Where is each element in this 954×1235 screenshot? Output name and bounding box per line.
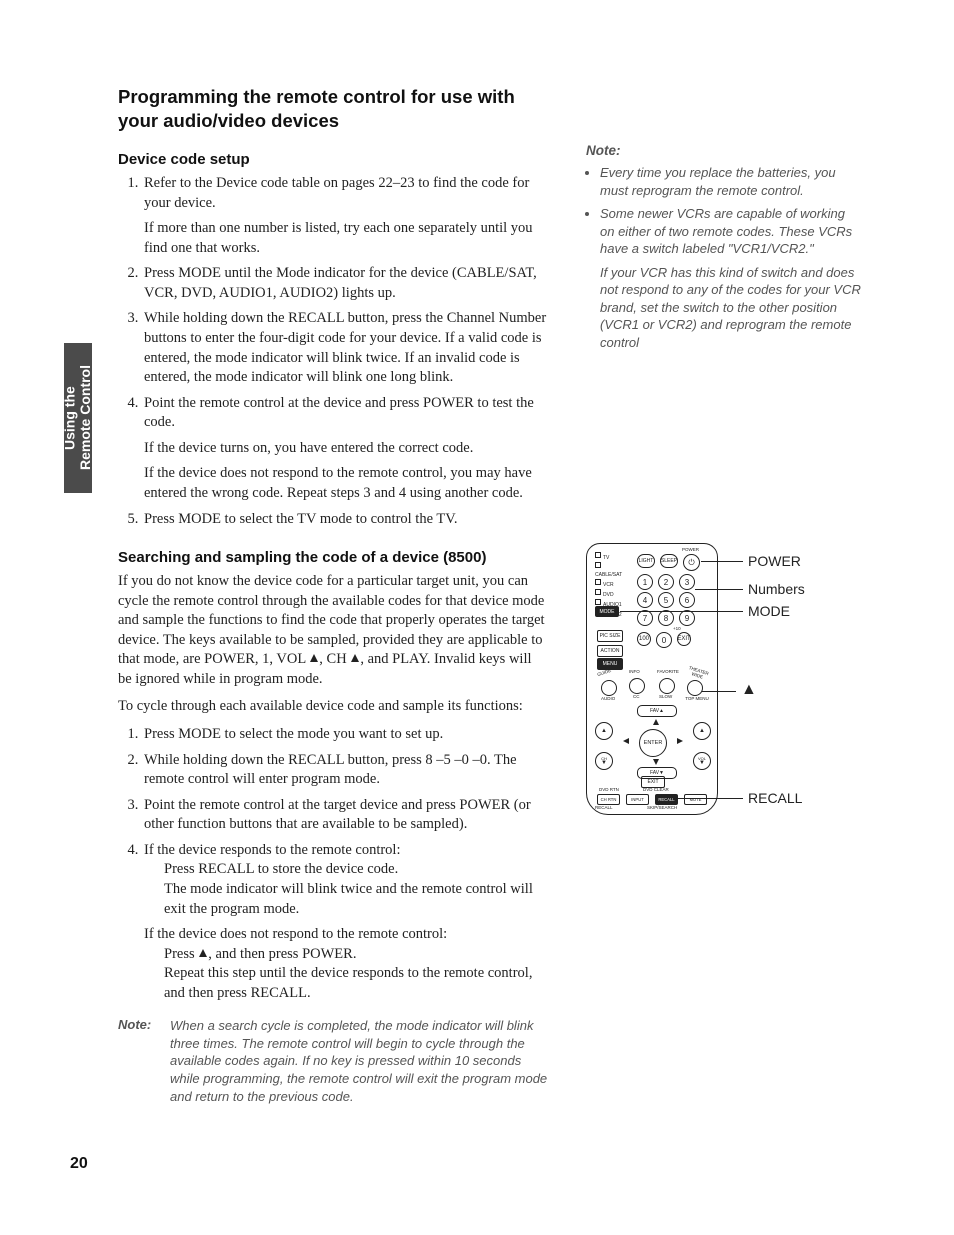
right-arrow-icon	[677, 738, 683, 744]
mute-button: MUTE	[684, 794, 707, 805]
sleep-button: SLEEP	[660, 554, 678, 568]
footnote-label: Note:	[118, 1017, 160, 1105]
right-column: Note: Every time you replace the batteri…	[586, 143, 861, 357]
remote-diagram: TV CABLE/SAT VCR DVD AUDIO1 AUDIO2 POWER…	[586, 543, 861, 823]
guide-button	[601, 680, 617, 696]
footnote: Note: When a search cycle is completed, …	[118, 1017, 548, 1105]
ch-button: CH▼	[595, 752, 613, 770]
picsize-button: PIC SIZE	[597, 630, 623, 642]
page-title: Programming the remote control for use w…	[118, 85, 548, 133]
search-lead: To cycle through each available device c…	[118, 697, 548, 717]
left-column: Device code setup Refer to the Device co…	[118, 151, 548, 1105]
num-8: 8	[658, 610, 674, 626]
favorite-button	[659, 678, 675, 694]
num-7: 7	[637, 610, 653, 626]
input-button: INPUT	[626, 794, 649, 805]
heading-searching-sampling: Searching and sampling the code of a dev…	[118, 549, 548, 566]
step-4: Point the remote control at the device a…	[142, 394, 548, 504]
enter-button: ENTER	[639, 729, 667, 757]
callout-numbers: Numbers	[748, 581, 805, 597]
vol-button: VOL▼	[693, 752, 711, 770]
up-triangle-icon	[310, 654, 318, 662]
recall-button: RECALL	[655, 794, 678, 805]
up-triangle-icon	[351, 654, 359, 662]
step-3: While holding down the RECALL button, pr…	[142, 309, 548, 387]
num-9: 9	[679, 610, 695, 626]
fav-up: FAV▲	[637, 705, 677, 717]
up-triangle-icon	[199, 949, 207, 957]
search-intro: If you do not know the device code for a…	[118, 572, 548, 689]
callout-mode: MODE	[748, 603, 790, 619]
dpad: FAV▲ ENTER FAV▼	[611, 707, 693, 777]
side-note-list: Every time you replace the batteries, yo…	[586, 164, 861, 351]
search-step-1: Press MODE to select the mode you want t…	[142, 725, 548, 745]
search-steps: Press MODE to select the mode you want t…	[118, 725, 548, 1003]
theater-button	[687, 680, 703, 696]
down-arrow-icon	[653, 759, 659, 765]
vol-up: ▲	[693, 722, 711, 740]
remote-outline: TV CABLE/SAT VCR DVD AUDIO1 AUDIO2 POWER…	[586, 543, 718, 815]
side-tab-chapter: Using the Remote Control	[64, 343, 92, 493]
side-note-item: Some newer VCRs are capable of working o…	[600, 205, 861, 351]
side-note-heading: Note:	[586, 143, 861, 158]
info-button	[629, 678, 645, 694]
step-5: Press MODE to select the TV mode to cont…	[142, 510, 548, 530]
callout-recall: RECALL	[748, 790, 802, 806]
page-content: Programming the remote control for use w…	[118, 85, 863, 1105]
search-step-2: While holding down the RECALL button, pr…	[142, 751, 548, 790]
num-2: 2	[658, 574, 674, 590]
ch-up: ▲	[595, 722, 613, 740]
power-button: ⏻	[683, 554, 700, 571]
action-button: ACTION	[597, 645, 623, 657]
num-6: 6	[679, 592, 695, 608]
search-step-3: Point the remote control at the target d…	[142, 796, 548, 835]
mode-button: MODE	[595, 606, 619, 617]
heading-device-code-setup: Device code setup	[118, 151, 548, 168]
num-0: 0	[656, 632, 672, 648]
num-5: 5	[658, 592, 674, 608]
up-arrow-icon	[653, 719, 659, 725]
search-step-4: If the device responds to the remote con…	[142, 841, 548, 1004]
page-number: 20	[70, 1155, 88, 1173]
exit-button: EXIT	[677, 632, 691, 646]
footnote-text: When a search cycle is completed, the mo…	[170, 1017, 548, 1105]
chrtn-button: CH RTN	[597, 794, 620, 805]
num-3: 3	[679, 574, 695, 590]
callout-up-arrow: ▲	[741, 681, 757, 699]
side-note-item: Every time you replace the batteries, yo…	[600, 164, 861, 199]
step-2: Press MODE until the Mode indicator for …	[142, 264, 548, 303]
step-1: Refer to the Device code table on pages …	[142, 174, 548, 258]
num-1: 1	[637, 574, 653, 590]
device-code-steps: Refer to the Device code table on pages …	[118, 174, 548, 529]
light-button: LIGHT	[637, 554, 655, 568]
power-label: POWER	[682, 547, 699, 552]
btn-100: 100	[637, 632, 651, 646]
num-4: 4	[637, 592, 653, 608]
left-arrow-icon	[623, 738, 629, 744]
callout-power: POWER	[748, 553, 801, 569]
